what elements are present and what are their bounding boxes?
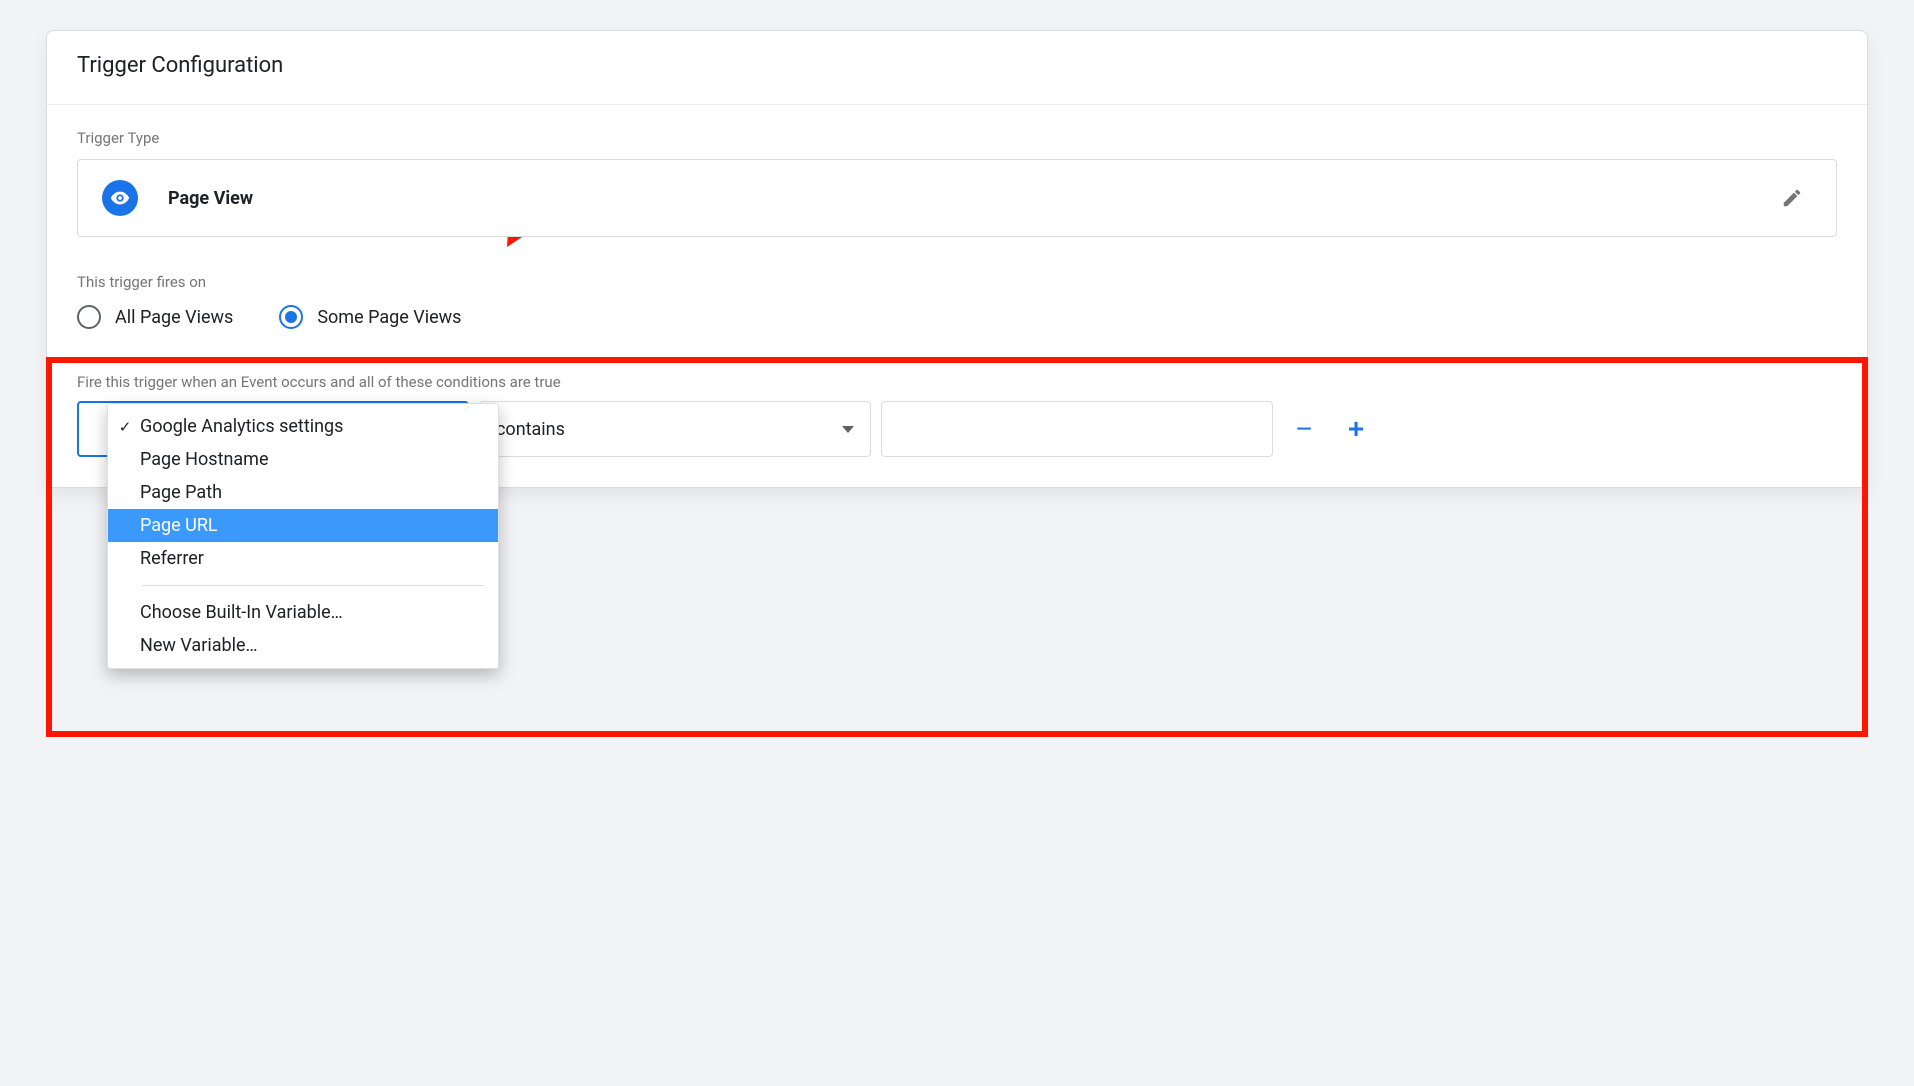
dropdown-item[interactable]: Page URL (108, 509, 498, 542)
add-condition-button[interactable]: + (1335, 408, 1377, 450)
trigger-type-left: Page View (102, 180, 253, 216)
radio-all-page-views[interactable]: All Page Views (77, 305, 233, 329)
trigger-type-box[interactable]: Page View (77, 159, 1837, 237)
dropdown-item[interactable]: Page Path (108, 476, 498, 509)
card-header: Trigger Configuration (47, 31, 1867, 105)
radio-circle-selected-icon (279, 305, 303, 329)
dropdown-item-label: Referrer (140, 548, 204, 569)
trigger-type-label: Trigger Type (77, 129, 1837, 147)
dropdown-item-label: Page Path (140, 482, 222, 503)
dropdown-item-label: Page URL (140, 515, 218, 536)
variable-dropdown-panel[interactable]: ✓ Google Analytics settings Page Hostname P… (107, 403, 499, 669)
radio-circle-icon (77, 305, 101, 329)
radio-label: Some Page Views (317, 307, 461, 328)
trigger-type-name: Page View (168, 188, 253, 209)
conditions-label: Fire this trigger when an Event occurs a… (77, 373, 1837, 391)
page-view-icon (102, 180, 138, 216)
dropdown-item[interactable]: Page Hostname (108, 443, 498, 476)
chevron-down-icon (842, 426, 854, 433)
operator-select-value: contains (496, 419, 565, 440)
condition-value-input[interactable] (881, 401, 1273, 457)
annotation-arrow-icon (447, 237, 567, 377)
operator-select[interactable]: contains (479, 401, 871, 457)
dropdown-item-label: Google Analytics settings (140, 416, 343, 437)
dropdown-footer-item[interactable]: New Variable… (108, 629, 498, 662)
fires-on-label: This trigger fires on (77, 273, 1837, 291)
dropdown-footer-item[interactable]: Choose Built-In Variable… (108, 596, 498, 629)
edit-trigger-type-button[interactable] (1772, 178, 1812, 218)
card-title: Trigger Configuration (77, 53, 1837, 78)
trigger-config-card: Trigger Configuration Trigger Type Page … (46, 30, 1868, 488)
fires-on-radio-group: All Page Views Some Page Views (77, 305, 1837, 329)
dropdown-divider (142, 585, 484, 586)
radio-some-page-views[interactable]: Some Page Views (279, 305, 461, 329)
conditions-block: Fire this trigger when an Event occurs a… (77, 373, 1837, 457)
dropdown-item[interactable]: ✓ Google Analytics settings (108, 410, 498, 443)
check-icon: ✓ (116, 418, 134, 436)
remove-condition-button[interactable]: − (1283, 408, 1325, 450)
card-body: Trigger Type Page View This trigger fire… (47, 105, 1867, 487)
radio-label: All Page Views (115, 307, 233, 328)
dropdown-item-label: Page Hostname (140, 449, 269, 470)
dropdown-item[interactable]: Referrer (108, 542, 498, 575)
pencil-icon (1781, 187, 1803, 209)
